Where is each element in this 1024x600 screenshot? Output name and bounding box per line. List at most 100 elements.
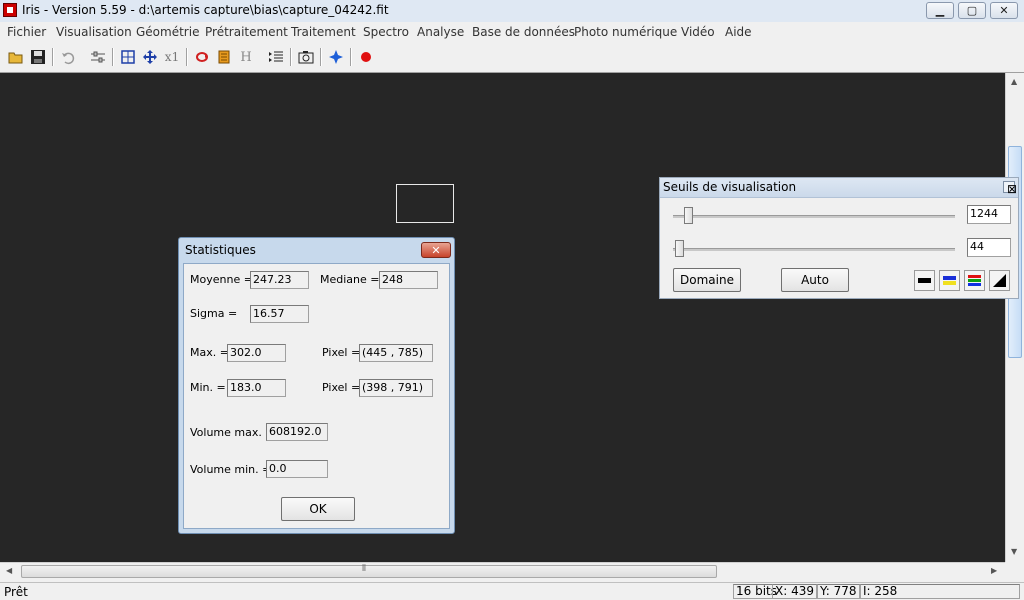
blue-yellow-palette-icon xyxy=(943,276,956,285)
camera-icon xyxy=(298,51,314,64)
sigma-field[interactable]: 16.57 xyxy=(250,305,309,323)
min-pixel-field[interactable]: (398 , 791) xyxy=(359,379,433,397)
menu-aide[interactable]: Aide xyxy=(725,25,752,39)
status-bar: Prêt 16 bits X: 439 Y: 778 I: 258 xyxy=(0,582,1024,600)
statistics-body: Moyenne = 247.23 Mediane = 248 Sigma = 1… xyxy=(183,263,450,529)
zoom-fit-button[interactable] xyxy=(118,47,138,67)
menu-analyse[interactable]: Analyse xyxy=(417,25,464,39)
vertical-scrollbar[interactable]: ▲ ▼ xyxy=(1005,73,1024,562)
max-label: Max. = xyxy=(190,346,229,359)
blue-yellow-palette-button[interactable] xyxy=(939,270,960,291)
max-field[interactable]: 302.0 xyxy=(227,344,286,362)
volume-min-field[interactable]: 0.0 xyxy=(266,460,328,478)
status-text: Prêt xyxy=(4,585,28,599)
sigma-label: Sigma = xyxy=(190,307,238,320)
high-threshold-track[interactable] xyxy=(673,215,955,218)
max-pixel-label: Pixel = xyxy=(322,346,361,359)
horizontal-scroll-thumb[interactable]: ⦀ xyxy=(21,564,717,578)
record-icon xyxy=(361,52,371,62)
ok-button[interactable]: OK xyxy=(281,497,355,521)
threshold-panel: Seuils de visualisation ⊠ 1244 44 Domain… xyxy=(659,177,1019,299)
domaine-button[interactable]: Domaine xyxy=(673,268,741,292)
close-icon: ✕ xyxy=(999,4,1009,17)
statistics-close-button[interactable]: ✕ xyxy=(421,242,451,258)
zoom-fit-icon xyxy=(121,50,135,64)
move-button[interactable] xyxy=(140,47,160,67)
toolbar-separator xyxy=(320,48,322,66)
window-title: Iris - Version 5.59 - d:\artemis capture… xyxy=(22,3,389,17)
minimize-icon: ▁ xyxy=(935,4,945,17)
menu-bar: Fichier Visualisation Géométrie Prétrait… xyxy=(0,22,1024,42)
grip-icon: ⦀ xyxy=(362,564,366,574)
status-bits: 16 bits xyxy=(733,584,777,599)
rotate-button[interactable] xyxy=(192,47,212,67)
toolbar-separator xyxy=(186,48,188,66)
low-threshold-slider-thumb[interactable] xyxy=(675,240,684,257)
undo-button[interactable] xyxy=(58,47,78,67)
record-button[interactable] xyxy=(356,47,376,67)
open-folder-icon xyxy=(8,52,23,64)
min-pixel-label: Pixel = xyxy=(322,381,361,394)
statistics-dialog: Statistiques ✕ Moyenne = 247.23 Mediane … xyxy=(178,237,455,534)
scroll-up-icon[interactable]: ▲ xyxy=(1011,77,1017,86)
menu-fichier[interactable]: Fichier xyxy=(7,25,46,39)
menu-traitement[interactable]: Traitement xyxy=(291,25,356,39)
maximize-button[interactable]: ▢ xyxy=(958,2,986,19)
toolbar-separator xyxy=(290,48,292,66)
status-x-coord: X: 439 xyxy=(772,584,817,599)
menu-geometrie[interactable]: Géométrie xyxy=(136,25,199,39)
menu-photo-numerique[interactable]: Photo numérique xyxy=(574,25,677,39)
star-button[interactable] xyxy=(326,47,346,67)
threshold-close-button[interactable]: ⊠ xyxy=(1003,181,1017,195)
camera-button[interactable] xyxy=(296,47,316,67)
selection-rectangle[interactable] xyxy=(396,184,454,223)
scroll-right-icon[interactable]: ▶ xyxy=(991,566,997,575)
save-button[interactable] xyxy=(28,47,48,67)
adjust-button[interactable] xyxy=(88,47,108,67)
menu-base-de-donnees[interactable]: Base de données xyxy=(472,25,575,39)
scroll-down-icon[interactable]: ▼ xyxy=(1011,547,1017,556)
horizontal-scrollbar[interactable]: ◀ ⦀ ▶ xyxy=(0,562,1005,580)
close-button[interactable]: ✕ xyxy=(990,2,1018,19)
max-pixel-field[interactable]: (445 , 785) xyxy=(359,344,433,362)
mean-field[interactable]: 247.23 xyxy=(250,271,309,289)
status-y-coord: Y: 778 xyxy=(817,584,860,599)
histogram-icon: H xyxy=(240,49,252,65)
low-threshold-field[interactable]: 44 xyxy=(967,238,1011,257)
toolbar: x1 H xyxy=(0,43,1024,73)
black-palette-icon xyxy=(918,278,931,283)
black-palette-button[interactable] xyxy=(914,270,935,291)
statistics-dialog-title: Statistiques xyxy=(185,243,256,257)
minimize-button[interactable]: ▁ xyxy=(926,2,954,19)
scroll-corner xyxy=(1005,562,1024,582)
scroll-left-icon[interactable]: ◀ xyxy=(6,566,12,575)
histogram-button[interactable]: H xyxy=(236,47,256,67)
star-icon xyxy=(329,50,343,64)
iris-app-icon[interactable] xyxy=(3,3,17,17)
min-label: Min. = xyxy=(190,381,226,394)
rotate-icon xyxy=(196,52,209,62)
image-canvas[interactable] xyxy=(0,73,1005,562)
palette-button[interactable] xyxy=(214,47,234,67)
menu-pretraitement[interactable]: Prétraitement xyxy=(205,25,288,39)
open-folder-button[interactable] xyxy=(6,47,26,67)
high-threshold-slider-thumb[interactable] xyxy=(684,207,693,224)
rgb-palette-button[interactable] xyxy=(964,270,985,291)
menu-video[interactable]: Vidéo xyxy=(681,25,715,39)
gradient-palette-button[interactable] xyxy=(989,270,1010,291)
adjust-icon xyxy=(91,51,105,63)
rgb-palette-icon xyxy=(968,275,981,286)
close-icon: ✕ xyxy=(431,243,441,257)
x1-zoom-icon: x1 xyxy=(164,50,180,64)
x1-zoom-button[interactable]: x1 xyxy=(162,47,182,67)
undo-icon xyxy=(62,52,75,65)
auto-button[interactable]: Auto xyxy=(781,268,849,292)
median-field[interactable]: 248 xyxy=(379,271,438,289)
menu-spectro[interactable]: Spectro xyxy=(363,25,409,39)
menu-visualisation[interactable]: Visualisation xyxy=(56,25,132,39)
list-button[interactable] xyxy=(266,47,286,67)
low-threshold-track[interactable] xyxy=(673,248,955,251)
high-threshold-field[interactable]: 1244 xyxy=(967,205,1011,224)
volume-max-field[interactable]: 608192.0 xyxy=(266,423,328,441)
min-field[interactable]: 183.0 xyxy=(227,379,286,397)
